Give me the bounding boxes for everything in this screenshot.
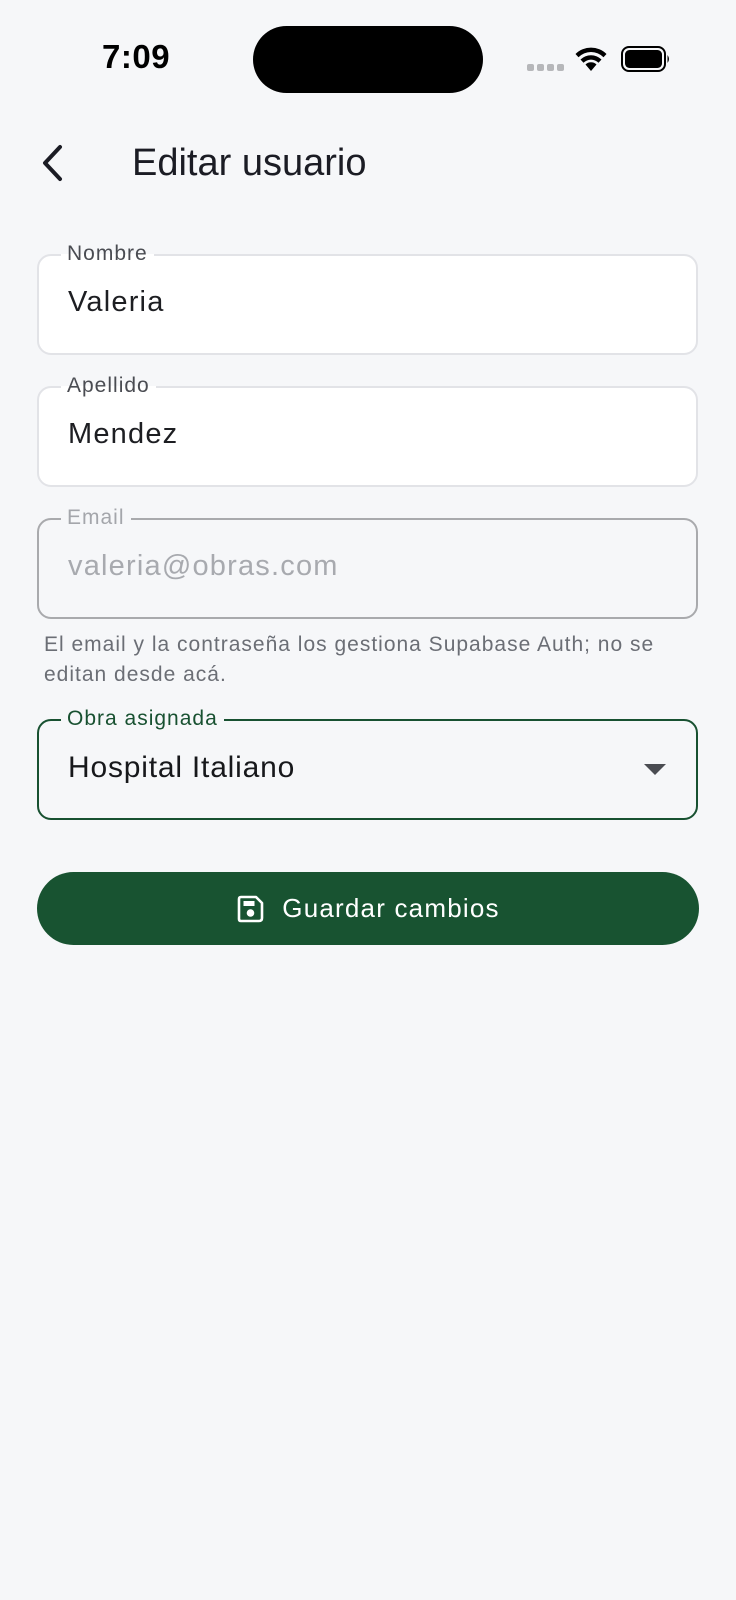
save-button[interactable]: Guardar cambios	[37, 872, 699, 945]
status-time: 7:09	[102, 38, 171, 75]
dynamic-island	[253, 26, 483, 93]
cellular-signal-icon	[527, 64, 565, 72]
chevron-left-icon	[43, 145, 62, 181]
nombre-label: Nombre	[61, 240, 154, 268]
email-helper-text: El email y la contraseña los gestiona Su…	[44, 633, 655, 686]
wifi-icon	[575, 47, 607, 71]
nombre-field[interactable]: Nombre Valeria	[37, 240, 698, 355]
battery-icon	[621, 46, 669, 72]
obra-asignada-select[interactable]: Obra asignada Hospital Italiano	[37, 705, 698, 820]
email-field: Email valeria@obras.com	[37, 504, 698, 619]
obra-asignada-value: Hospital Italiano	[68, 751, 296, 784]
apellido-field[interactable]: Apellido Mendez	[37, 372, 698, 487]
email-value: valeria@obras.com	[68, 550, 339, 582]
save-button-label: Guardar cambios	[282, 893, 500, 923]
page-title: Editar usuario	[132, 142, 367, 184]
back-button[interactable]	[28, 138, 78, 188]
save-icon	[237, 895, 264, 922]
nombre-value: Valeria	[68, 286, 165, 318]
apellido-value: Mendez	[68, 418, 179, 450]
obra-asignada-label: Obra asignada	[61, 705, 224, 733]
apellido-label: Apellido	[61, 372, 156, 400]
dropdown-arrow-icon	[644, 764, 666, 775]
email-label: Email	[61, 504, 131, 532]
status-bar: 7:09	[0, 0, 736, 120]
